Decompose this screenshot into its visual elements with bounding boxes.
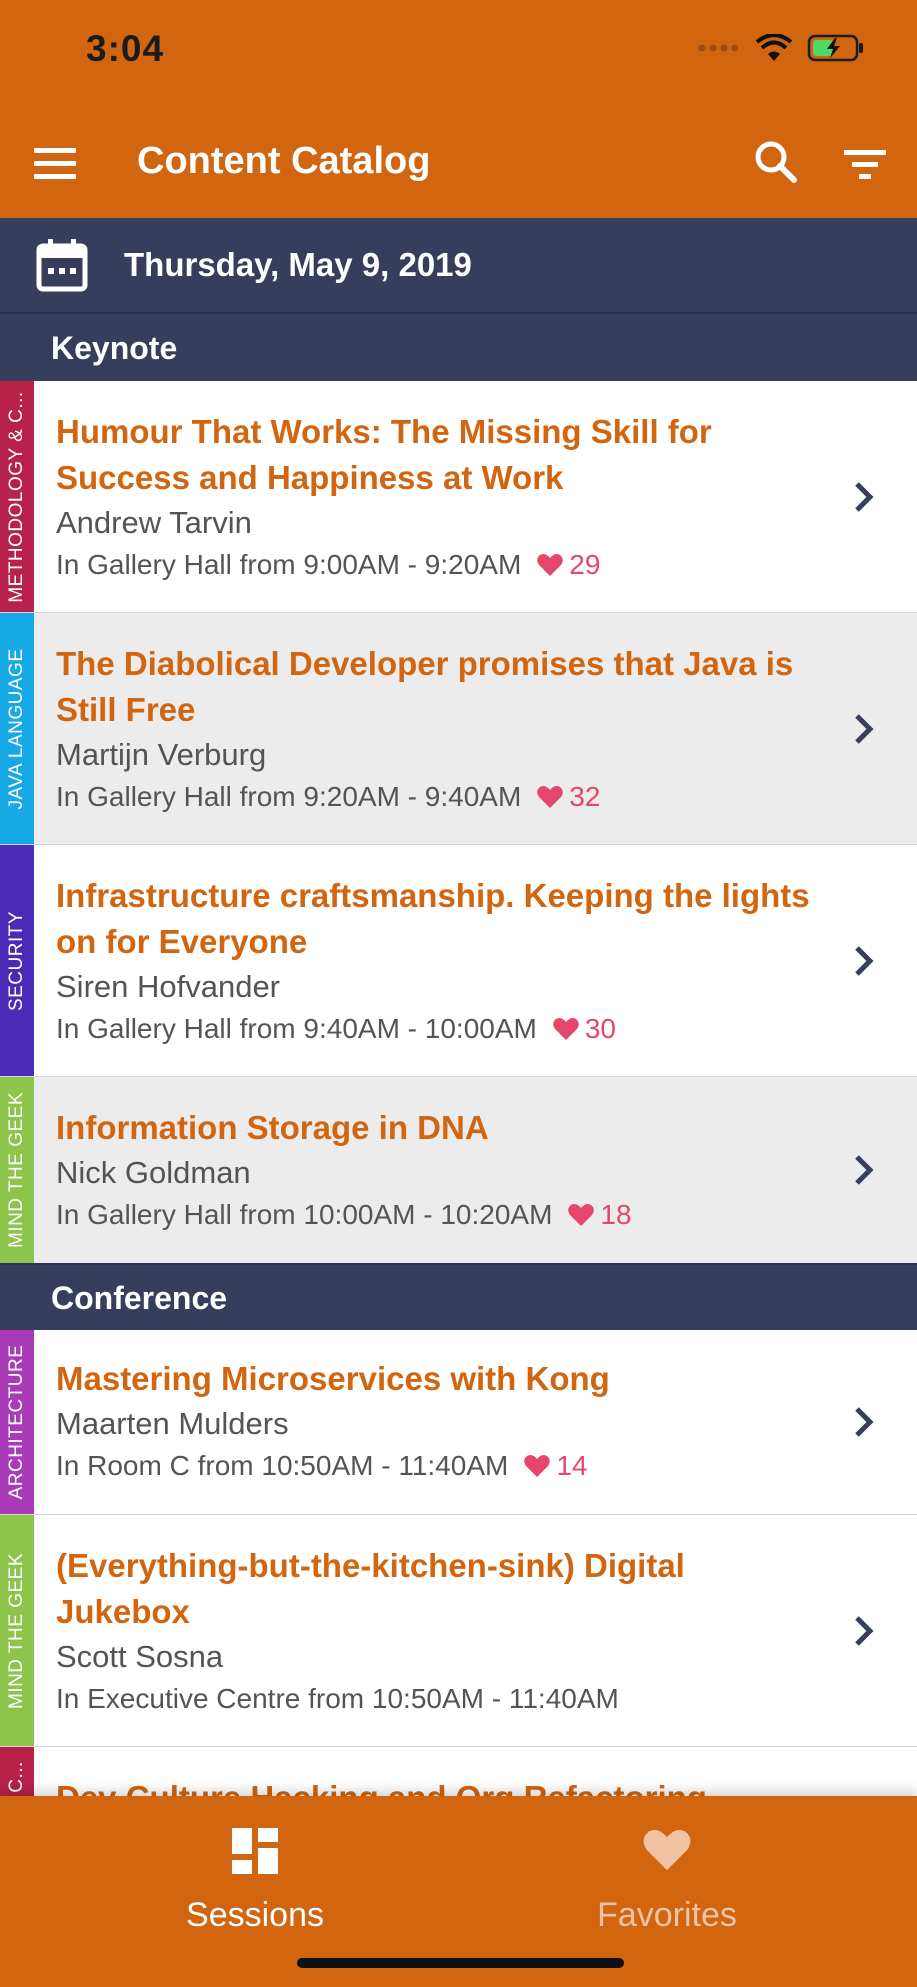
session-time-location: In Gallery Hall from 10:00AM - 10:20AM [56,1199,553,1230]
track-color-bar: SECURITY [0,845,34,1076]
session-speaker: Siren Hofvander [56,969,281,1004]
heart-icon [537,786,564,808]
page-title: Content Catalog [137,140,431,182]
track-label: MIND THE GEEK [6,1552,27,1709]
track-label: MIND THE GEEK [6,1091,27,1249]
session-speaker: Andrew Tarvin [56,505,252,540]
filter-icon[interactable] [842,148,888,182]
chevron-right-icon[interactable] [850,1613,878,1649]
cellular-signal-icon [698,44,739,52]
session-row[interactable]: METHODOLOGY & C... Humour That Works: Th… [0,381,917,614]
session-speaker: Maarten Mulders [56,1406,289,1441]
heart-icon [537,554,564,576]
session-speaker: Nick Goldman [56,1155,251,1190]
session-row[interactable]: MIND THE GEEK Information Storage in DNA… [0,1077,917,1265]
calendar-icon [36,239,88,292]
track-label: JAVA LANGUAGE [6,647,27,810]
heart-icon [524,1455,551,1477]
chevron-right-icon[interactable] [850,479,878,515]
heart-icon [643,1829,691,1871]
track-color-bar: JAVA LANGUAGE [0,613,34,844]
chevron-right-icon[interactable] [850,1404,878,1440]
section-header-keynote: Keynote [0,312,917,382]
session-title: Infrastructure craftsmanship. Keeping th… [56,877,810,960]
session-meta: In Gallery Hall from 9:00AM - 9:20AM 29 [56,549,600,581]
app-bar: Content Catalog [0,110,917,218]
session-time-location: In Gallery Hall from 9:20AM - 9:40AM [56,781,522,812]
section-header-conference: Conference [0,1263,917,1331]
status-bar: 3:04 [0,0,917,110]
section-title: Conference [51,1280,228,1316]
session-time-location: In Gallery Hall from 9:40AM - 10:00AM [56,1013,537,1044]
session-title: (Everything-but-the-kitchen-sink) Digita… [56,1547,685,1630]
like-count: 32 [537,781,600,813]
like-count: 18 [568,1199,632,1231]
chevron-right-icon[interactable] [850,1152,878,1188]
hamburger-menu-icon[interactable] [34,148,76,180]
track-color-bar: METHODOLOGY & C... [0,381,34,612]
track-label: SECURITY [6,910,27,1011]
session-time-location: In Gallery Hall from 9:00AM - 9:20AM [56,549,522,580]
tab-label: Favorites [597,1896,737,1934]
session-row[interactable]: MIND THE GEEK (Everything-but-the-kitche… [0,1515,917,1748]
heart-icon [568,1204,595,1226]
section-title: Keynote [51,330,178,366]
session-title: The Diabolical Developer promises that J… [56,645,794,728]
date-label: Thursday, May 9, 2019 [124,246,472,283]
session-meta: In Executive Centre from 10:50AM - 11:40… [56,1683,619,1715]
track-label: METHODOLOGY & C... [6,390,27,603]
session-title: Humour That Works: The Missing Skill for… [56,413,712,496]
heart-icon [553,1018,579,1040]
session-speaker: Scott Sosna [56,1639,224,1674]
session-speaker: Martijn Verburg [56,737,267,772]
session-time-location: In Room C from 10:50AM - 11:40AM [56,1450,509,1481]
track-label: ARCHITECTURE [6,1344,27,1500]
status-time: 3:04 [86,28,165,69]
session-row[interactable]: JAVA LANGUAGE The Diabolical Developer p… [0,613,917,846]
chevron-right-icon[interactable] [850,943,878,979]
track-label: C... [6,1761,27,1793]
chevron-right-icon[interactable] [850,711,878,747]
session-meta: In Room C from 10:50AM - 11:40AM 14 [56,1450,587,1482]
track-color-bar: MIND THE GEEK [0,1515,34,1746]
session-row[interactable]: ARCHITECTURE Mastering Microservices wit… [0,1330,917,1516]
home-indicator [297,1958,624,1968]
date-bar[interactable]: Thursday, May 9, 2019 [0,218,917,312]
dashboard-icon [232,1828,278,1874]
like-count: 29 [537,549,600,581]
track-color-bar: MIND THE GEEK [0,1077,34,1263]
status-icons [697,34,865,62]
tab-label: Sessions [186,1896,324,1934]
like-count: 14 [524,1450,587,1482]
session-meta: In Gallery Hall from 9:40AM - 10:00AM 30 [56,1013,616,1045]
session-meta: In Gallery Hall from 9:20AM - 9:40AM 32 [56,781,600,813]
like-count: 30 [553,1013,616,1045]
track-color-bar: ARCHITECTURE [0,1330,34,1514]
battery-charging-icon [807,34,863,62]
session-meta: In Gallery Hall from 10:00AM - 10:20AM 1… [56,1199,632,1231]
session-title: Information Storage in DNA [56,1109,489,1146]
session-title: Mastering Microservices with Kong [56,1360,610,1397]
session-time-location: In Executive Centre from 10:50AM - 11:40… [56,1683,619,1714]
session-row[interactable]: SECURITY Infrastructure craftsmanship. K… [0,845,917,1078]
wifi-icon [755,34,793,61]
search-icon[interactable] [752,138,800,186]
